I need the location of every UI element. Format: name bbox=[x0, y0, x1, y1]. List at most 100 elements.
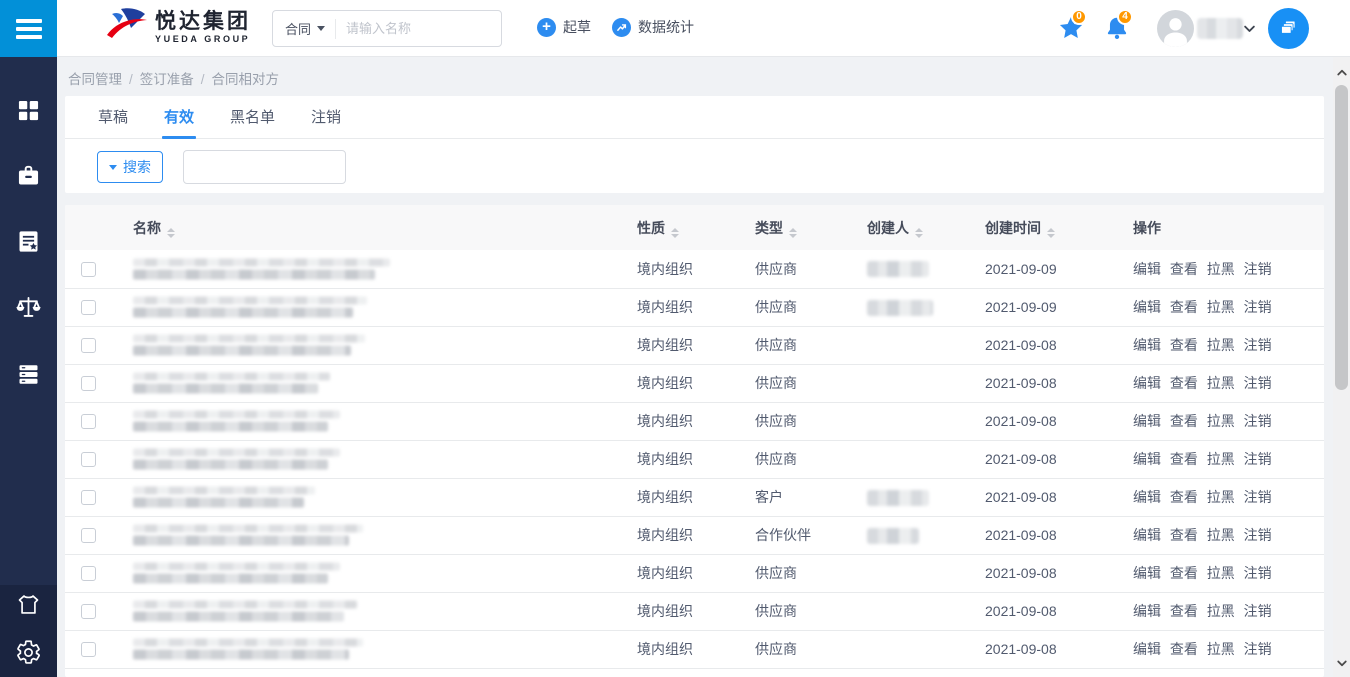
action-blacklist[interactable]: 拉黑 bbox=[1207, 603, 1235, 619]
data-statistics-button[interactable]: 数据统计 bbox=[612, 17, 694, 37]
column-creator[interactable]: 创建人 bbox=[857, 205, 975, 250]
row-checkbox[interactable] bbox=[81, 528, 96, 543]
scrollbar-thumb[interactable] bbox=[1335, 85, 1348, 390]
action-view[interactable]: 查看 bbox=[1170, 451, 1198, 467]
sidebar-item-archive-server-icon[interactable] bbox=[15, 361, 42, 388]
action-view[interactable]: 查看 bbox=[1170, 603, 1198, 619]
action-blacklist[interactable]: 拉黑 bbox=[1207, 489, 1235, 505]
action-view[interactable]: 查看 bbox=[1170, 527, 1198, 543]
vertical-scrollbar[interactable] bbox=[1333, 57, 1350, 677]
action-cancel[interactable]: 注销 bbox=[1244, 603, 1272, 619]
action-cancel[interactable]: 注销 bbox=[1244, 451, 1272, 467]
tab-blacklist[interactable]: 黑名单 bbox=[228, 96, 277, 139]
action-view[interactable]: 查看 bbox=[1170, 299, 1198, 315]
action-edit[interactable]: 编辑 bbox=[1133, 375, 1161, 391]
action-blacklist[interactable]: 拉黑 bbox=[1207, 261, 1235, 277]
scroll-down-arrow-icon[interactable] bbox=[1333, 653, 1350, 673]
sort-icon[interactable] bbox=[1047, 228, 1055, 238]
tab-active[interactable]: 有效 bbox=[162, 96, 196, 139]
action-cancel[interactable]: 注销 bbox=[1244, 565, 1272, 581]
app-switcher-button[interactable] bbox=[1268, 8, 1309, 49]
table-row: 境内组织 供应商 2021-09-09 编辑 查看 拉黑 注销 bbox=[65, 250, 1324, 288]
sidebar-item-dashboard-grid-icon[interactable] bbox=[15, 97, 42, 124]
search-toggle-button[interactable]: 搜索 bbox=[97, 151, 163, 183]
row-checkbox[interactable] bbox=[81, 566, 96, 581]
action-edit[interactable]: 编辑 bbox=[1133, 413, 1161, 429]
action-blacklist[interactable]: 拉黑 bbox=[1207, 641, 1235, 657]
action-blacklist[interactable]: 拉黑 bbox=[1207, 451, 1235, 467]
row-checkbox[interactable] bbox=[81, 490, 96, 505]
user-menu-chevron-down-icon[interactable] bbox=[1242, 21, 1258, 37]
action-edit[interactable]: 编辑 bbox=[1133, 337, 1161, 353]
action-view[interactable]: 查看 bbox=[1170, 413, 1198, 429]
action-blacklist[interactable]: 拉黑 bbox=[1207, 527, 1235, 543]
breadcrumb-item[interactable]: 合同管理 bbox=[68, 72, 122, 87]
action-blacklist[interactable]: 拉黑 bbox=[1207, 375, 1235, 391]
global-search-input[interactable] bbox=[336, 21, 501, 36]
action-cancel[interactable]: 注销 bbox=[1244, 337, 1272, 353]
row-checkbox[interactable] bbox=[81, 338, 96, 353]
action-edit[interactable]: 编辑 bbox=[1133, 261, 1161, 277]
row-checkbox[interactable] bbox=[81, 262, 96, 277]
action-cancel[interactable]: 注销 bbox=[1244, 527, 1272, 543]
sidebar-item-briefcase-icon[interactable] bbox=[15, 162, 42, 189]
action-blacklist[interactable]: 拉黑 bbox=[1207, 413, 1235, 429]
action-view[interactable]: 查看 bbox=[1170, 261, 1198, 277]
name-cell bbox=[123, 478, 627, 516]
sidebar-item-gear-settings-icon[interactable] bbox=[15, 639, 42, 666]
favorites-star-icon[interactable]: 0 bbox=[1058, 15, 1084, 41]
action-view[interactable]: 查看 bbox=[1170, 337, 1198, 353]
action-view[interactable]: 查看 bbox=[1170, 489, 1198, 505]
row-checkbox[interactable] bbox=[81, 414, 96, 429]
column-type[interactable]: 类型 bbox=[745, 205, 857, 250]
search-category-dropdown[interactable]: 合同 bbox=[273, 19, 335, 38]
user-avatar[interactable] bbox=[1157, 10, 1194, 47]
action-edit[interactable]: 编辑 bbox=[1133, 451, 1161, 467]
action-edit[interactable]: 编辑 bbox=[1133, 641, 1161, 657]
sidebar-item-tshirt-theme-icon[interactable] bbox=[15, 591, 42, 618]
action-view[interactable]: 查看 bbox=[1170, 565, 1198, 581]
action-cancel[interactable]: 注销 bbox=[1244, 261, 1272, 277]
row-checkbox[interactable] bbox=[81, 452, 96, 467]
action-cancel[interactable]: 注销 bbox=[1244, 299, 1272, 315]
row-checkbox[interactable] bbox=[81, 604, 96, 619]
sort-icon[interactable] bbox=[789, 228, 797, 238]
redacted-name bbox=[123, 368, 346, 399]
row-checkbox[interactable] bbox=[81, 642, 96, 657]
draft-button[interactable]: 起草 bbox=[537, 17, 591, 37]
action-edit[interactable]: 编辑 bbox=[1133, 489, 1161, 505]
column-name[interactable]: 名称 bbox=[123, 205, 627, 250]
notifications-bell-icon[interactable]: 4 bbox=[1104, 15, 1130, 41]
breadcrumb-item[interactable]: 签订准备 bbox=[140, 72, 194, 87]
created-cell: 2021-09-08 bbox=[975, 554, 1123, 592]
action-cancel[interactable]: 注销 bbox=[1244, 375, 1272, 391]
sort-icon[interactable] bbox=[915, 228, 923, 238]
action-cancel[interactable]: 注销 bbox=[1244, 413, 1272, 429]
keyword-input[interactable] bbox=[183, 150, 346, 184]
action-view[interactable]: 查看 bbox=[1170, 375, 1198, 391]
name-cell bbox=[123, 630, 627, 668]
action-view[interactable]: 查看 bbox=[1170, 641, 1198, 657]
action-edit[interactable]: 编辑 bbox=[1133, 565, 1161, 581]
sidebar-item-scales-icon[interactable] bbox=[15, 294, 42, 321]
tab-cancelled[interactable]: 注销 bbox=[309, 96, 343, 139]
action-blacklist[interactable]: 拉黑 bbox=[1207, 299, 1235, 315]
action-blacklist[interactable]: 拉黑 bbox=[1207, 337, 1235, 353]
tab-draft[interactable]: 草稿 bbox=[96, 96, 130, 139]
sort-icon[interactable] bbox=[671, 228, 679, 238]
sort-icon[interactable] bbox=[167, 228, 175, 238]
column-created[interactable]: 创建时间 bbox=[975, 205, 1123, 250]
action-cancel[interactable]: 注销 bbox=[1244, 641, 1272, 657]
row-checkbox[interactable] bbox=[81, 300, 96, 315]
action-edit[interactable]: 编辑 bbox=[1133, 603, 1161, 619]
action-edit[interactable]: 编辑 bbox=[1133, 527, 1161, 543]
row-checkbox[interactable] bbox=[81, 376, 96, 391]
sidebar-item-certificate-document-icon[interactable] bbox=[15, 228, 42, 255]
action-cancel[interactable]: 注销 bbox=[1244, 489, 1272, 505]
action-edit[interactable]: 编辑 bbox=[1133, 299, 1161, 315]
scroll-up-arrow-icon[interactable] bbox=[1333, 63, 1350, 83]
redacted-name bbox=[123, 634, 379, 665]
column-nature[interactable]: 性质 bbox=[627, 205, 745, 250]
action-blacklist[interactable]: 拉黑 bbox=[1207, 565, 1235, 581]
hamburger-menu-button[interactable] bbox=[0, 0, 57, 57]
